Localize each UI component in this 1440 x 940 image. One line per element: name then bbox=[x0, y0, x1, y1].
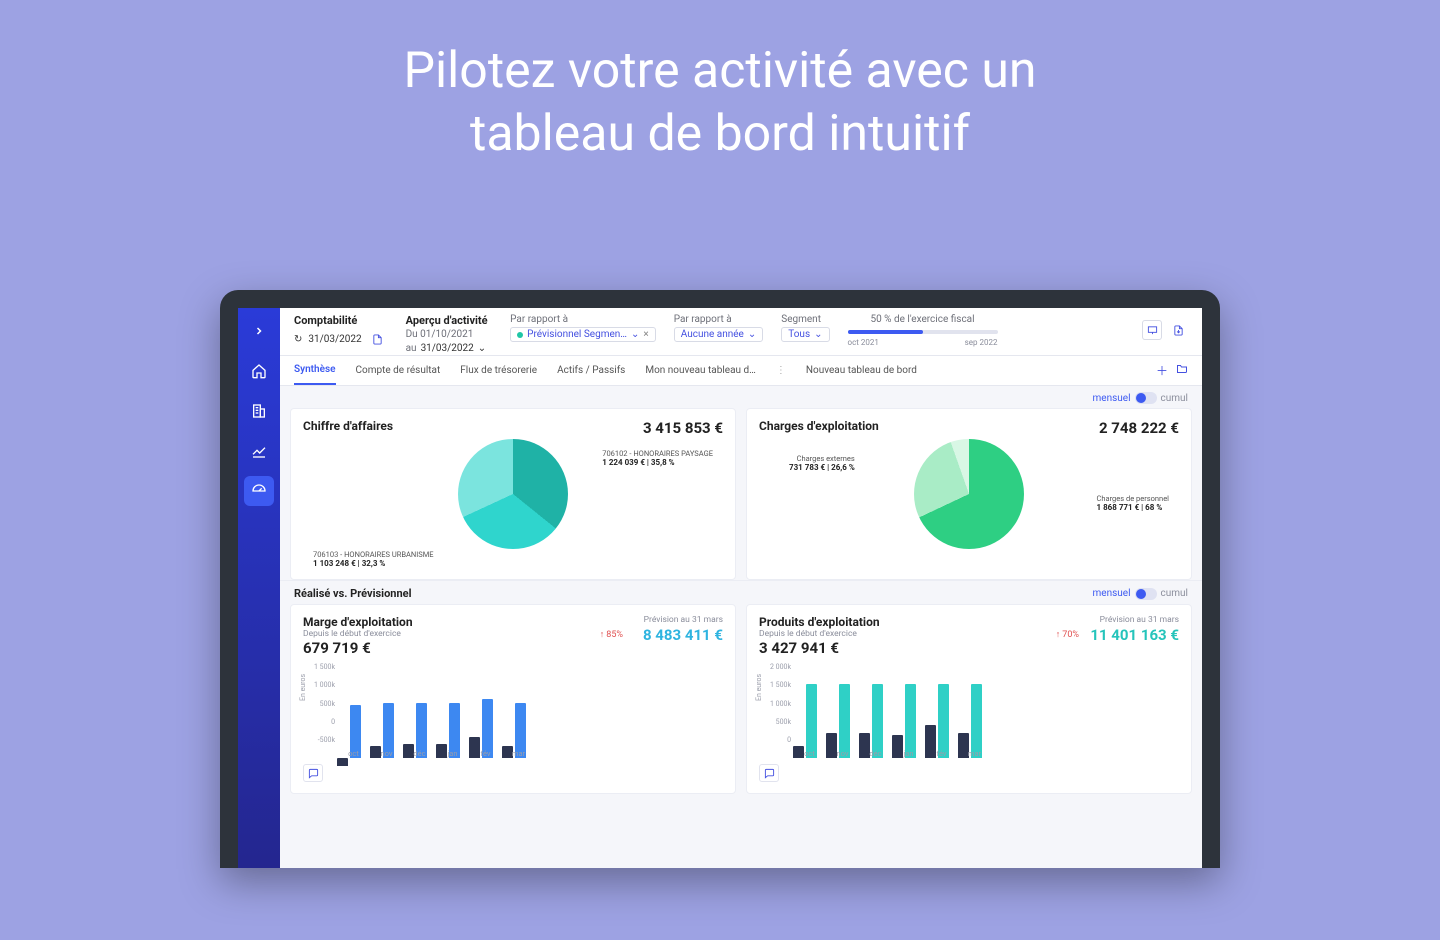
sidebar-item-home[interactable] bbox=[244, 356, 274, 386]
gauge-icon bbox=[251, 483, 267, 499]
card-kpi: 2 748 222 € bbox=[1099, 419, 1179, 437]
card-products: Produits d'exploitation Depuis le début … bbox=[746, 604, 1192, 794]
forecast-value: 11 401 163 € bbox=[1090, 626, 1179, 644]
add-tab-button[interactable]: ＋ bbox=[1156, 362, 1168, 379]
card-charges: Charges d'exploitation 2 748 222 € Charg… bbox=[746, 408, 1192, 580]
pie-label: Charges externes 731 783 € | 26,6 % bbox=[789, 454, 855, 473]
chevron-right-icon bbox=[253, 325, 265, 337]
clear-icon[interactable]: × bbox=[643, 329, 648, 340]
file-download-icon bbox=[1173, 325, 1184, 336]
activity-title: Aperçu d'activité bbox=[406, 314, 493, 327]
sidebar-item-company[interactable] bbox=[244, 396, 274, 426]
sidebar-item-analytics[interactable] bbox=[244, 436, 274, 466]
pie-label: 706103 - HONORAIRES URBANISME 1 103 248 … bbox=[313, 550, 434, 569]
main: Comptabilité ↻ 31/03/2022 Aperçu d'activ… bbox=[280, 308, 1202, 868]
sidebar bbox=[238, 308, 280, 868]
chevron-down-icon: ⌄ bbox=[814, 329, 822, 340]
tab-flux-tresorerie[interactable]: Flux de trésorerie bbox=[460, 357, 537, 384]
laptop-mock: Comptabilité ↻ 31/03/2022 Aperçu d'activ… bbox=[220, 290, 1220, 868]
forecast-value: 8 483 411 € bbox=[643, 626, 723, 644]
folder-tabs-button[interactable] bbox=[1176, 362, 1188, 379]
tab-compte-resultat[interactable]: Compte de résultat bbox=[356, 357, 441, 384]
segment-dropdown[interactable]: Tous ⌄ bbox=[781, 327, 829, 342]
bar-chart-margin: En euros 1 500k 1 000k 500k 0 -500k bbox=[303, 663, 723, 758]
comment-button[interactable] bbox=[303, 764, 323, 782]
chevron-down-icon: ⌄ bbox=[748, 329, 756, 340]
tab-more-icon[interactable]: ⋮ bbox=[776, 365, 786, 376]
sidebar-collapse[interactable] bbox=[244, 316, 274, 346]
date-to-dropdown[interactable]: 31/03/2022 ⌄ bbox=[421, 342, 493, 355]
card-margin: Marge d'exploitation Depuis le début d'e… bbox=[290, 604, 736, 794]
compare-forecast-dropdown[interactable]: Prévisionnel Segmen… ⌄ × bbox=[510, 327, 656, 342]
y-axis: 1 500k 1 000k 500k 0 -500k bbox=[303, 663, 335, 744]
view-toggle-2[interactable]: mensuel cumul bbox=[1093, 588, 1188, 600]
comment-button[interactable] bbox=[759, 764, 779, 782]
pie-cards: Chiffre d'affaires 3 415 853 € 706102 - … bbox=[280, 408, 1202, 580]
section-title-2: Réalisé vs. Prévisionnel bbox=[294, 587, 412, 600]
section-bar-2: Réalisé vs. Prévisionnel mensuel cumul bbox=[280, 580, 1202, 604]
arrow-up-icon: ↑ bbox=[1056, 629, 1061, 640]
refresh-date: 31/03/2022 bbox=[308, 334, 361, 345]
pie-chart-revenue bbox=[458, 439, 568, 549]
arrow-up-icon: ↑ bbox=[600, 629, 605, 640]
bar-chart-products: En euros 2 000k 1 500k 1 000k 500k 0 bbox=[759, 663, 1179, 758]
compare-year-dropdown[interactable]: Aucune année ⌄ bbox=[674, 327, 764, 342]
section-title: Comptabilité bbox=[294, 314, 388, 327]
hero-title: Pilotez votre activité avec un tableau d… bbox=[0, 40, 1440, 165]
download-button[interactable] bbox=[1168, 320, 1188, 340]
tab-custom-1[interactable]: Mon nouveau tableau d… bbox=[645, 357, 756, 384]
tab-synthese[interactable]: Synthèse bbox=[294, 356, 336, 385]
folder-icon bbox=[1176, 362, 1188, 374]
pie-chart-charges bbox=[914, 439, 1024, 549]
refresh-icon[interactable]: ↻ bbox=[294, 334, 302, 345]
present-button[interactable] bbox=[1142, 320, 1162, 340]
chart-line-icon bbox=[251, 443, 267, 459]
from-label: Du 01/10/2021 bbox=[406, 329, 493, 340]
y-axis: 2 000k 1 500k 1 000k 500k 0 bbox=[759, 663, 791, 744]
comment-icon bbox=[308, 768, 319, 779]
home-icon bbox=[251, 363, 267, 379]
switch-icon bbox=[1135, 588, 1157, 600]
chevron-down-icon: ⌄ bbox=[478, 343, 486, 354]
hero: Pilotez votre activité avec un tableau d… bbox=[0, 0, 1440, 165]
sidebar-item-dashboard[interactable] bbox=[244, 476, 274, 506]
tabs: Synthèse Compte de résultat Flux de trés… bbox=[280, 356, 1202, 386]
pie-label: 706102 - HONORAIRES PAYSAGE 1 224 039 € … bbox=[602, 449, 713, 468]
x-axis: octnovdécjanfévmar bbox=[337, 749, 723, 758]
tab-custom-2[interactable]: Nouveau tableau de bord bbox=[806, 357, 917, 384]
trend-indicator: ↑85% bbox=[600, 629, 623, 640]
tab-actifs-passifs[interactable]: Actifs / Passifs bbox=[557, 357, 625, 384]
presentation-icon bbox=[1147, 325, 1158, 336]
pie-label: Charges de personnel 1 868 771 € | 68 % bbox=[1096, 494, 1169, 513]
trend-indicator: ↑70% bbox=[1056, 629, 1079, 640]
export-icon[interactable] bbox=[368, 329, 388, 349]
building-icon bbox=[251, 403, 267, 419]
switch-icon bbox=[1135, 392, 1157, 404]
chevron-down-icon: ⌄ bbox=[631, 329, 639, 340]
fiscal-progress-bar bbox=[848, 330, 923, 334]
card-kpi: 3 415 853 € bbox=[643, 419, 723, 437]
fiscal-progress: 50 % de l'exercice fiscal oct 2021sep 20… bbox=[848, 314, 998, 355]
x-axis: octnovdécjanfévmar bbox=[793, 749, 1179, 758]
card-revenue: Chiffre d'affaires 3 415 853 € 706102 - … bbox=[290, 408, 736, 580]
filter-bar: Comptabilité ↻ 31/03/2022 Aperçu d'activ… bbox=[280, 308, 1202, 356]
toggle-bar-1: mensuel cumul bbox=[280, 386, 1202, 408]
comment-icon bbox=[764, 768, 775, 779]
file-icon bbox=[372, 334, 383, 345]
view-toggle-1[interactable]: mensuel cumul bbox=[1093, 392, 1188, 404]
dot-icon bbox=[517, 332, 523, 338]
bar-cards: Marge d'exploitation Depuis le début d'e… bbox=[280, 604, 1202, 794]
